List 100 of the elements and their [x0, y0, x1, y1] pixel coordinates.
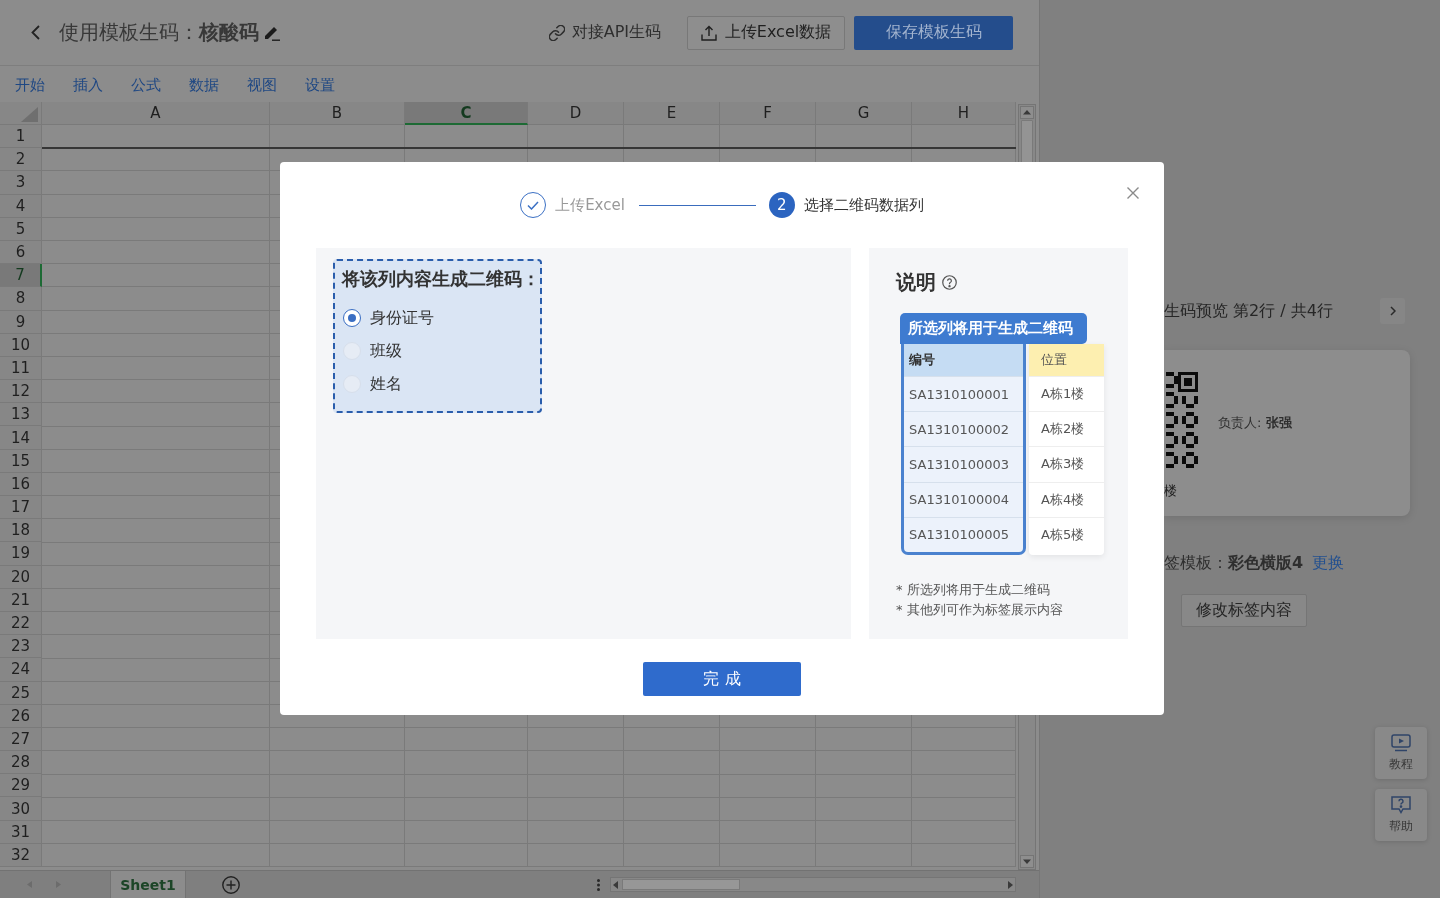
back-icon[interactable] — [31, 25, 40, 40]
label-field: 负责人: 张强 — [1218, 414, 1292, 432]
column-header[interactable]: G — [816, 102, 912, 125]
radio-label[interactable]: 身份证号 — [370, 307, 434, 329]
row-header[interactable]: 9 — [0, 310, 42, 334]
row-header[interactable]: 28 — [0, 751, 42, 775]
row-header[interactable]: 6 — [0, 240, 42, 265]
api-link[interactable]: 对接API生码 — [548, 22, 661, 43]
preview-title: 生码预览 第2行 / 共4行 — [1164, 300, 1334, 322]
horizontal-scrollbar[interactable] — [610, 877, 1016, 892]
row-header[interactable]: 20 — [0, 565, 42, 589]
step-label: 上传Excel — [555, 195, 625, 215]
table-cell: A栋2楼 — [1029, 411, 1104, 447]
close-icon[interactable] — [1127, 187, 1139, 199]
radio-label[interactable]: 姓名 — [370, 373, 402, 395]
tutorial-button[interactable]: 教程 — [1375, 727, 1427, 779]
table-cell: A栋4楼 — [1029, 481, 1104, 517]
column-header: 位置 — [1029, 344, 1104, 376]
row-header[interactable]: 22 — [0, 611, 42, 636]
row-header[interactable]: 26 — [0, 704, 42, 728]
column-header[interactable]: A — [42, 102, 270, 125]
help-button[interactable]: 帮助 — [1375, 789, 1427, 841]
ribbon-tab[interactable]: 公式 — [131, 76, 161, 95]
sheet-tab[interactable]: Sheet1 — [110, 871, 186, 898]
row-header[interactable]: 10 — [0, 333, 42, 357]
table-cell: SA1310100001 — [904, 376, 1023, 412]
row-header[interactable]: 31 — [0, 820, 42, 844]
footnote: * 所选列将用于生成二维码 — [896, 580, 1051, 599]
table-cell: SA1310100003 — [904, 446, 1023, 482]
table-cell: SA1310100005 — [904, 516, 1023, 552]
row-header[interactable]: 12 — [0, 380, 42, 404]
callout-banner: 所选列将用于生成二维码 — [900, 313, 1087, 344]
row-header[interactable]: 17 — [0, 496, 42, 520]
column-header[interactable]: B — [270, 102, 405, 125]
row-header[interactable]: 14 — [0, 426, 42, 450]
radio-label[interactable]: 班级 — [370, 340, 402, 362]
row-header[interactable]: 1 — [0, 125, 42, 149]
table-cell: A栋3楼 — [1029, 446, 1104, 482]
explanation-title: 说明 — [896, 268, 936, 296]
row-header[interactable]: 7 — [0, 264, 42, 288]
row-header[interactable]: 30 — [0, 797, 42, 821]
row-header[interactable]: 8 — [0, 287, 42, 311]
scrollbar-thumb[interactable] — [1021, 120, 1033, 164]
ribbon-tab[interactable]: 插入 — [73, 76, 103, 95]
row-header[interactable]: 32 — [0, 843, 42, 867]
table-cell: A栋5楼 — [1029, 516, 1104, 552]
scrollbar-thumb[interactable] — [622, 879, 740, 890]
video-screen-icon — [1391, 733, 1411, 752]
row-header[interactable]: 16 — [0, 472, 42, 496]
row-header[interactable]: 29 — [0, 774, 42, 798]
column-header[interactable]: F — [720, 102, 816, 125]
upload-button[interactable]: 上传Excel数据 — [687, 15, 845, 50]
scroll-right-icon[interactable] — [1008, 880, 1013, 889]
chevron-right-icon — [1389, 306, 1396, 316]
ribbon-tab[interactable]: 视图 — [247, 76, 277, 95]
row-header[interactable]: 24 — [0, 658, 42, 682]
ribbon-tab[interactable]: 数据 — [189, 76, 219, 95]
finish-button[interactable]: 完 成 — [643, 662, 801, 696]
footnote: * 其他列可作为标签展示内容 — [896, 600, 1064, 619]
column-header[interactable]: E — [624, 102, 720, 125]
page-title: 使用模板生码：核酸码 — [59, 19, 259, 46]
radio-button[interactable] — [343, 309, 361, 327]
scroll-up-icon[interactable] — [1020, 106, 1034, 119]
row-header[interactable]: 4 — [0, 194, 42, 218]
ribbon-tab[interactable]: 设置 — [305, 76, 335, 95]
row-header[interactable]: 18 — [0, 519, 42, 543]
row-header[interactable]: 25 — [0, 681, 42, 705]
help-bubble-icon — [1391, 795, 1411, 814]
scroll-down-icon[interactable] — [1020, 855, 1034, 868]
table-cell: SA1310100004 — [904, 481, 1023, 517]
upload-icon — [700, 24, 717, 41]
save-button[interactable]: 保存模板生码 — [854, 15, 1013, 50]
row-header[interactable]: 15 — [0, 449, 42, 473]
step-label: 选择二维码数据列 — [803, 195, 924, 215]
next-row-button[interactable] — [1380, 298, 1405, 324]
link-icon — [548, 24, 565, 41]
ribbon-tab[interactable]: 开始 — [15, 76, 45, 95]
row-header[interactable]: 23 — [0, 635, 42, 659]
column-header[interactable]: H — [912, 102, 1016, 125]
template-name: 签模板：彩色横版4 — [1164, 552, 1304, 574]
row-header[interactable]: 3 — [0, 171, 42, 195]
edit-label-button[interactable]: 修改标签内容 — [1181, 594, 1307, 627]
row-header[interactable]: 11 — [0, 356, 42, 381]
pencil-icon[interactable] — [263, 24, 280, 41]
row-header[interactable]: 13 — [0, 403, 42, 427]
row-header[interactable]: 2 — [0, 148, 42, 172]
row-header[interactable]: 27 — [0, 727, 42, 752]
column-header[interactable]: D — [528, 102, 624, 125]
add-sheet-icon[interactable] — [222, 875, 240, 894]
table-cell: A栋1楼 — [1029, 376, 1104, 412]
step-number: 2 — [768, 192, 795, 218]
column-header: 编号 — [904, 344, 1023, 376]
column-header[interactable]: C — [405, 102, 528, 125]
row-header[interactable]: 5 — [0, 217, 42, 241]
choice-question: 将该列内容生成二维码： — [342, 267, 540, 291]
more-vertical-icon[interactable] — [596, 878, 600, 891]
scroll-left-icon[interactable] — [613, 880, 618, 889]
help-icon[interactable] — [942, 274, 957, 290]
row-header[interactable]: 19 — [0, 542, 42, 566]
row-header[interactable]: 21 — [0, 588, 42, 612]
